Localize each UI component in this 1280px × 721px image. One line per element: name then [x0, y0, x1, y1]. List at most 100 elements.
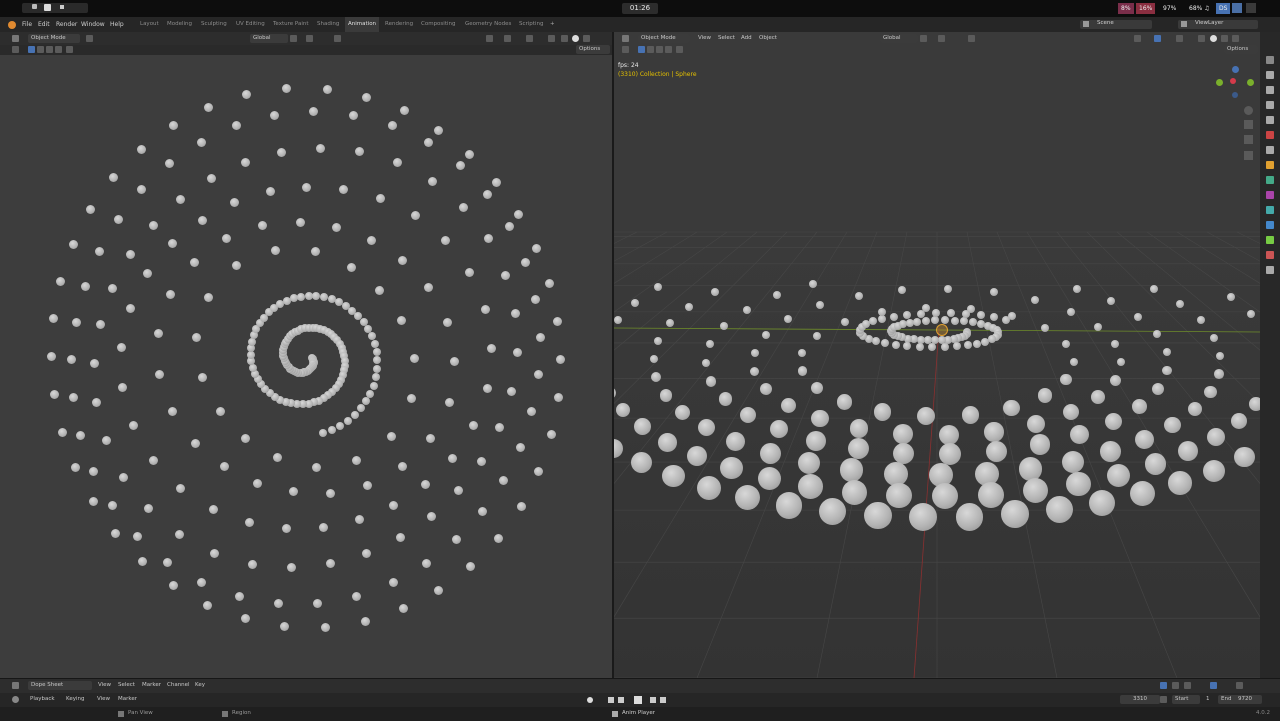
dope-menu-select[interactable]: Select [118, 681, 135, 690]
scene-selector[interactable] [1080, 20, 1152, 29]
right-menu-select[interactable]: Select [718, 34, 735, 43]
only-selected-icon[interactable] [1160, 682, 1167, 689]
jump-end-icon[interactable] [660, 697, 666, 703]
left-options-dropdown[interactable]: Options [576, 45, 610, 54]
overlay-icon[interactable] [504, 35, 511, 42]
left-orientation-dropdown[interactable]: Global [250, 34, 288, 43]
show-hidden-icon[interactable] [1172, 682, 1179, 689]
properties-scene-icon[interactable] [1266, 116, 1274, 124]
menu-file[interactable]: File [22, 17, 32, 32]
grid-toggle-icon[interactable] [1244, 151, 1253, 160]
preview-range-icon[interactable] [1160, 696, 1167, 703]
right-shading-solid-icon[interactable] [1210, 35, 1217, 42]
properties-collection-icon[interactable] [1266, 146, 1274, 154]
properties-view-layer-icon[interactable] [1266, 101, 1274, 109]
camera-icon[interactable] [1244, 135, 1253, 144]
overlay-dope-icon[interactable] [1236, 682, 1243, 689]
right-xray-icon[interactable] [1176, 35, 1183, 42]
shading-rendered-icon[interactable] [583, 35, 590, 42]
start-frame-value[interactable]: 1 [1206, 695, 1210, 704]
right-tool-toggle-icon[interactable] [622, 46, 629, 53]
properties-physics-icon[interactable] [1266, 206, 1274, 214]
next-keyframe-icon[interactable] [650, 697, 656, 703]
select-box-icon[interactable] [28, 46, 35, 53]
blender-logo-icon[interactable] [8, 21, 16, 29]
right-mode-dropdown[interactable]: Object Mode [638, 34, 690, 43]
properties-material-icon[interactable] [1266, 251, 1274, 259]
right-menu-add[interactable]: Add [741, 34, 752, 43]
viewlayer-name[interactable]: ViewLayer [1195, 16, 1223, 31]
settings-icon[interactable] [1232, 3, 1242, 13]
app-icon[interactable] [32, 4, 37, 9]
gizmo-y-neg-icon[interactable] [1247, 79, 1254, 86]
tab-texture-paint[interactable]: Texture Paint [273, 17, 309, 32]
properties-constraints-icon[interactable] [1266, 221, 1274, 229]
zoom-icon[interactable] [1244, 106, 1253, 115]
shading-wire-icon[interactable] [548, 35, 555, 42]
editor-type-icon[interactable] [12, 35, 19, 42]
gizmo-icon[interactable] [486, 35, 493, 42]
tab-modeling[interactable]: Modeling [167, 17, 192, 32]
tab-animation[interactable]: Animation [345, 17, 380, 32]
properties-output-icon[interactable] [1266, 86, 1274, 94]
navigation-gizmo[interactable] [1214, 64, 1254, 104]
right-options-dropdown[interactable]: Options [1224, 45, 1258, 54]
right-gizmo-icon[interactable] [1134, 35, 1141, 42]
jump-start-icon[interactable] [608, 697, 614, 703]
menu-edit[interactable]: Edit [38, 17, 50, 32]
ds-badge[interactable]: DS [1216, 3, 1231, 14]
snapping-icon[interactable] [1210, 682, 1217, 689]
tab-sculpting[interactable]: Sculpting [201, 17, 227, 32]
prev-keyframe-icon[interactable] [618, 697, 624, 703]
properties-texture-icon[interactable] [1266, 266, 1274, 274]
current-frame-field[interactable]: 3310 [1120, 695, 1160, 704]
properties-tool-icon[interactable] [1266, 56, 1274, 64]
playback-menu[interactable]: Playback [30, 695, 55, 704]
right-orientation-dropdown[interactable]: Global [880, 34, 918, 43]
tab-shading[interactable]: Shading [317, 17, 339, 32]
right-viewport[interactable]: Object Mode View Select Add Object Globa… [614, 32, 1260, 678]
xray-icon[interactable] [526, 35, 533, 42]
right-shading-wire-icon[interactable] [1198, 35, 1205, 42]
right-select-invert-icon[interactable] [665, 46, 672, 53]
right-snap-icon[interactable] [938, 35, 945, 42]
right-shading-rendered-icon[interactable] [1232, 35, 1239, 42]
right-proportional-icon[interactable] [968, 35, 975, 42]
menu-window[interactable]: Window [81, 17, 105, 32]
dope-editor-dropdown[interactable]: Dope Sheet [28, 681, 92, 690]
timeline-editor-icon[interactable] [12, 696, 19, 703]
menu-help[interactable]: Help [110, 17, 124, 32]
properties-data-icon[interactable] [1266, 236, 1274, 244]
right-select-subtract-icon[interactable] [656, 46, 663, 53]
right-select-extend-icon[interactable] [647, 46, 654, 53]
pivot-icon[interactable] [290, 35, 297, 42]
properties-world-icon[interactable] [1266, 131, 1274, 139]
right-shading-material-icon[interactable] [1221, 35, 1228, 42]
right-menu-view[interactable]: View [698, 34, 711, 43]
select-subtract-icon[interactable] [46, 46, 53, 53]
properties-render-icon[interactable] [1266, 71, 1274, 79]
menu-render[interactable]: Render [56, 17, 77, 32]
right-menu-object[interactable]: Object [759, 34, 777, 43]
tab-compositing[interactable]: Compositing [421, 17, 455, 32]
keying-menu[interactable]: Keying [66, 695, 84, 704]
dope-menu-key[interactable]: Key [195, 681, 205, 690]
select-intersect-icon[interactable] [66, 46, 73, 53]
hamburger-icon[interactable] [86, 35, 93, 42]
left-viewport[interactable]: Object Mode Global Options [0, 32, 612, 678]
window-icon[interactable] [44, 4, 51, 11]
dope-editor-type-icon[interactable] [12, 682, 19, 689]
right-overlay-icon[interactable] [1154, 35, 1161, 42]
properties-particles-icon[interactable] [1266, 191, 1274, 199]
end-frame-value[interactable]: 9720 [1238, 695, 1252, 704]
filter-icon[interactable] [1184, 682, 1191, 689]
add-workspace-button[interactable]: + [550, 17, 555, 32]
dope-menu-marker[interactable]: Marker [142, 681, 161, 690]
scene-name[interactable]: Scene [1097, 16, 1114, 31]
tab-scripting[interactable]: Scripting [519, 17, 543, 32]
timeline-view-menu[interactable]: View [97, 695, 110, 704]
properties-modifier-icon[interactable] [1266, 176, 1274, 184]
tab-geometry-nodes[interactable]: Geometry Nodes [465, 17, 511, 32]
dope-menu-channel[interactable]: Channel [167, 681, 190, 690]
gizmo-z-neg-icon[interactable] [1232, 92, 1238, 98]
